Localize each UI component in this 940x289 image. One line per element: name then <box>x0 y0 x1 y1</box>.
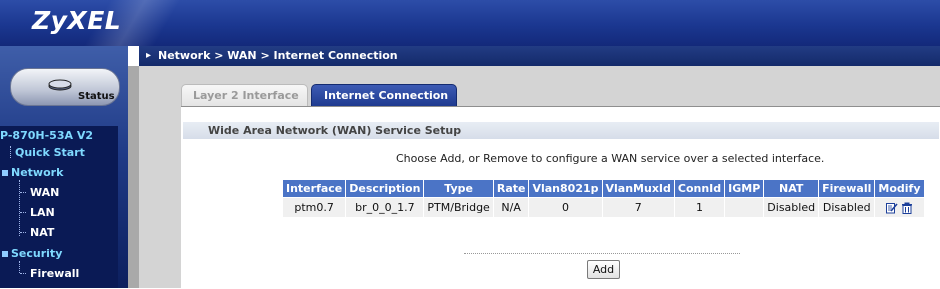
zyxel-logo: ZyXEL <box>32 6 122 35</box>
delete-icon[interactable] <box>901 202 913 214</box>
sidebar-item-wan[interactable]: WAN <box>30 186 59 199</box>
instruction-text: Choose Add, or Remove to configure a WAN… <box>396 152 825 165</box>
column-header: Modify <box>875 180 924 197</box>
status-label: Status <box>78 91 115 102</box>
cell-modify <box>875 198 924 217</box>
nav-menu: P-870H-53A V2 Quick Start Network WAN LA… <box>0 126 118 288</box>
column-header: NAT <box>764 180 819 197</box>
breadcrumb-arrow-icon: ▸ <box>146 50 152 61</box>
cell-description: br_0_0_1.7 <box>346 198 424 217</box>
column-header: ConnId <box>674 180 725 197</box>
cell-connid: 1 <box>674 198 725 217</box>
tree-branch <box>20 192 26 193</box>
sidebar-item-lan[interactable]: LAN <box>30 206 55 219</box>
cell-nat: Disabled <box>764 198 819 217</box>
breadcrumb: ▸ Network > WAN > Internet Connection <box>139 46 940 67</box>
column-header: Firewall <box>819 180 875 197</box>
cell-type: PTM/Bridge <box>424 198 493 217</box>
tab-internet-connection[interactable]: Internet Connection <box>311 84 457 106</box>
cell-igmp <box>725 198 764 217</box>
breadcrumb-text: Network > WAN > Internet Connection <box>158 49 398 62</box>
column-header: Description <box>346 180 424 197</box>
sidebar-item-security[interactable]: Security <box>2 247 62 260</box>
add-button[interactable]: Add <box>587 260 620 279</box>
tree-line <box>19 180 20 236</box>
column-header: IGMP <box>725 180 764 197</box>
edit-icon[interactable] <box>885 202 898 214</box>
column-header: Interface <box>283 180 346 197</box>
cell-vlanmuxid: 7 <box>602 198 674 217</box>
column-header: Rate <box>493 180 529 197</box>
tree-branch <box>20 273 26 274</box>
column-header: VlanMuxId <box>602 180 674 197</box>
sidebar-item-firewall[interactable]: Firewall <box>30 267 79 280</box>
sidebar-item-quick-start[interactable]: Quick Start <box>15 146 85 159</box>
column-header: Vlan8021p <box>529 180 602 197</box>
cell-rate: N/A <box>493 198 529 217</box>
tree-branch <box>20 212 26 213</box>
sidebar-item-network-label: Network <box>11 166 64 179</box>
tree-branch <box>20 232 26 233</box>
cell-interface: ptm0.7 <box>283 198 346 217</box>
collapse-icon <box>2 170 8 176</box>
sidebar-item-network[interactable]: Network <box>2 166 63 179</box>
tree-line <box>19 261 20 273</box>
sidebar: Status P-870H-53A V2 Quick Start Network… <box>0 46 128 288</box>
table-row: ptm0.7 br_0_0_1.7 PTM/Bridge N/A 0 7 1 D… <box>283 198 924 217</box>
cell-firewall: Disabled <box>819 198 875 217</box>
status-button[interactable]: Status <box>0 46 128 126</box>
tab-layer-2-interface[interactable]: Layer 2 Interface <box>181 84 308 106</box>
section-title: Wide Area Network (WAN) Service Setup <box>208 124 462 137</box>
section-header: Wide Area Network (WAN) Service Setup <box>183 122 939 139</box>
top-header: ZyXEL <box>0 0 940 46</box>
cell-vlan8021p: 0 <box>529 198 602 217</box>
collapse-icon <box>2 251 8 257</box>
sidebar-item-security-label: Security <box>11 247 63 260</box>
divider <box>464 253 740 254</box>
sidebar-item-nat[interactable]: NAT <box>30 226 54 239</box>
table-header-row: Interface Description Type Rate Vlan8021… <box>283 180 924 197</box>
tree-line <box>10 146 11 158</box>
wan-service-table: Interface Description Type Rate Vlan8021… <box>282 179 925 218</box>
router-icon <box>48 79 72 91</box>
column-header: Type <box>424 180 493 197</box>
device-name: P-870H-53A V2 <box>0 129 93 142</box>
